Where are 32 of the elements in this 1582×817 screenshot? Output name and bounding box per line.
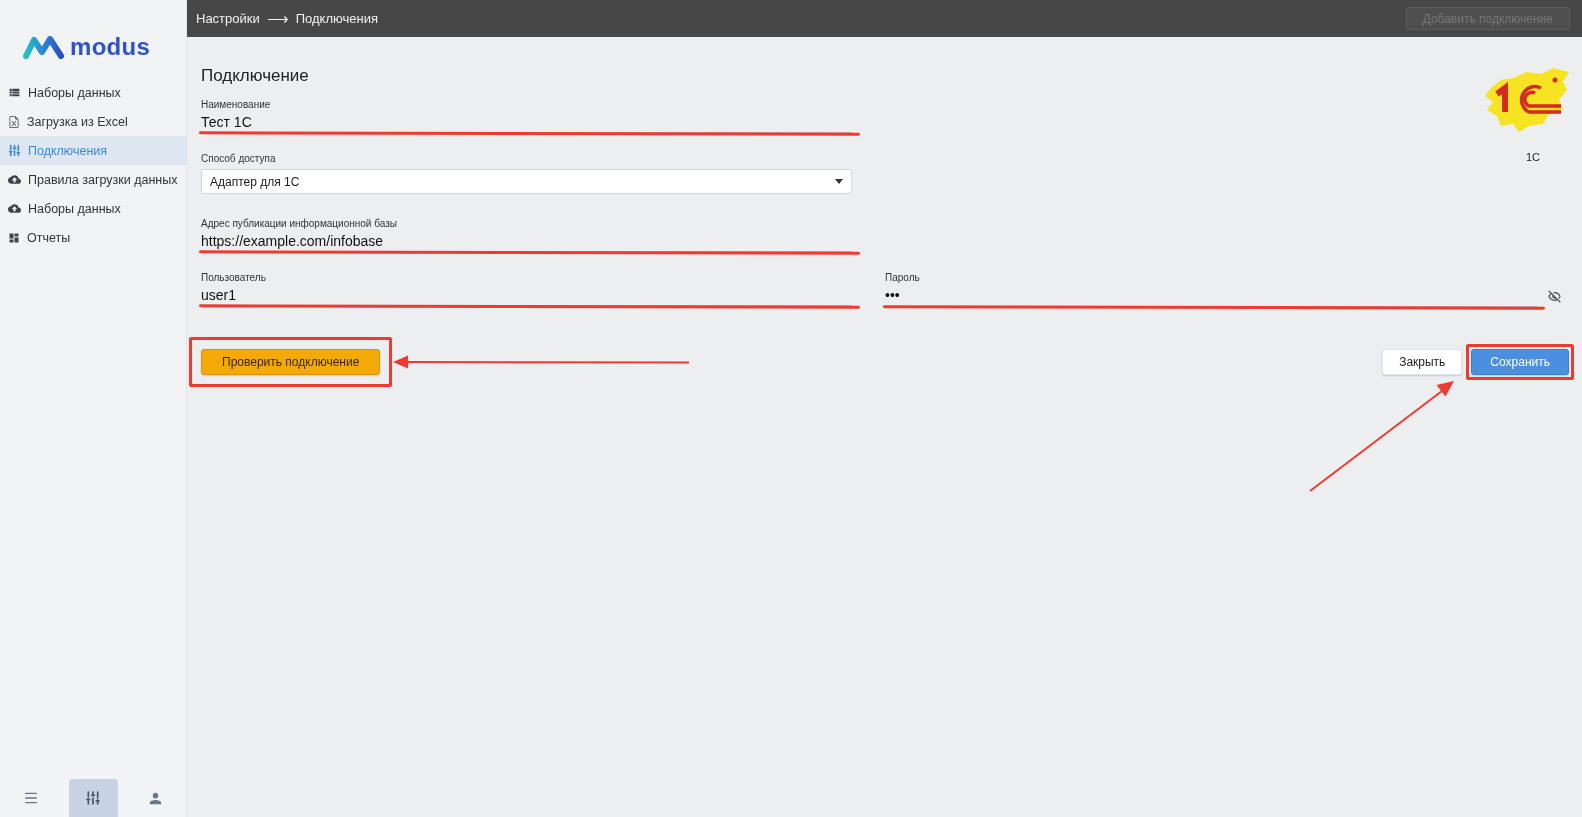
list-icon	[8, 86, 21, 99]
action-button[interactable]: Закрыть	[1382, 348, 1463, 375]
bottom-nav-item[interactable]	[68, 779, 118, 817]
spreadsheet-file-icon	[8, 115, 20, 128]
sliders-icon	[8, 144, 21, 157]
field-label: Способ доступа	[201, 153, 277, 165]
action-button[interactable]: Проверить подключение	[201, 348, 381, 375]
caret-icon	[835, 179, 843, 184]
connector-label: 1С	[1524, 151, 1541, 163]
logo-icon	[23, 35, 65, 59]
select-field[interactable]: Адаптер для 1С	[201, 169, 852, 194]
form-title: Подключение	[201, 66, 310, 86]
field-label: Адрес публикации информационной базы	[201, 218, 398, 230]
sliders-icon	[85, 790, 101, 806]
eye-slash-icon[interactable]	[1548, 289, 1561, 303]
sidebar-item[interactable]: Правила загрузки данных	[0, 165, 186, 194]
breadcrumb-separator: ⟶	[266, 9, 289, 28]
cloud-upload-icon	[8, 173, 21, 186]
sidebar-item[interactable]: Наборы данных	[0, 194, 186, 223]
sidebar-item[interactable]: Наборы данных	[0, 78, 186, 107]
sidebar-item[interactable]: Загрузка из Excel	[0, 107, 186, 136]
field-label: Наименование	[201, 99, 272, 111]
field-label: Пользователь	[201, 272, 267, 284]
field-label: Пароль	[885, 272, 921, 284]
sidebar-item[interactable]: Отчеты	[0, 223, 186, 252]
breadcrumb-item: Подключения	[295, 11, 378, 26]
breadcrumb-item[interactable]: Настройки	[196, 11, 260, 26]
dashboard-icon	[8, 231, 20, 244]
logo-text: modus	[70, 33, 151, 61]
splash-logo-icon	[1483, 66, 1571, 134]
menu-icon	[23, 790, 39, 806]
cloud-upload-icon	[8, 202, 21, 215]
